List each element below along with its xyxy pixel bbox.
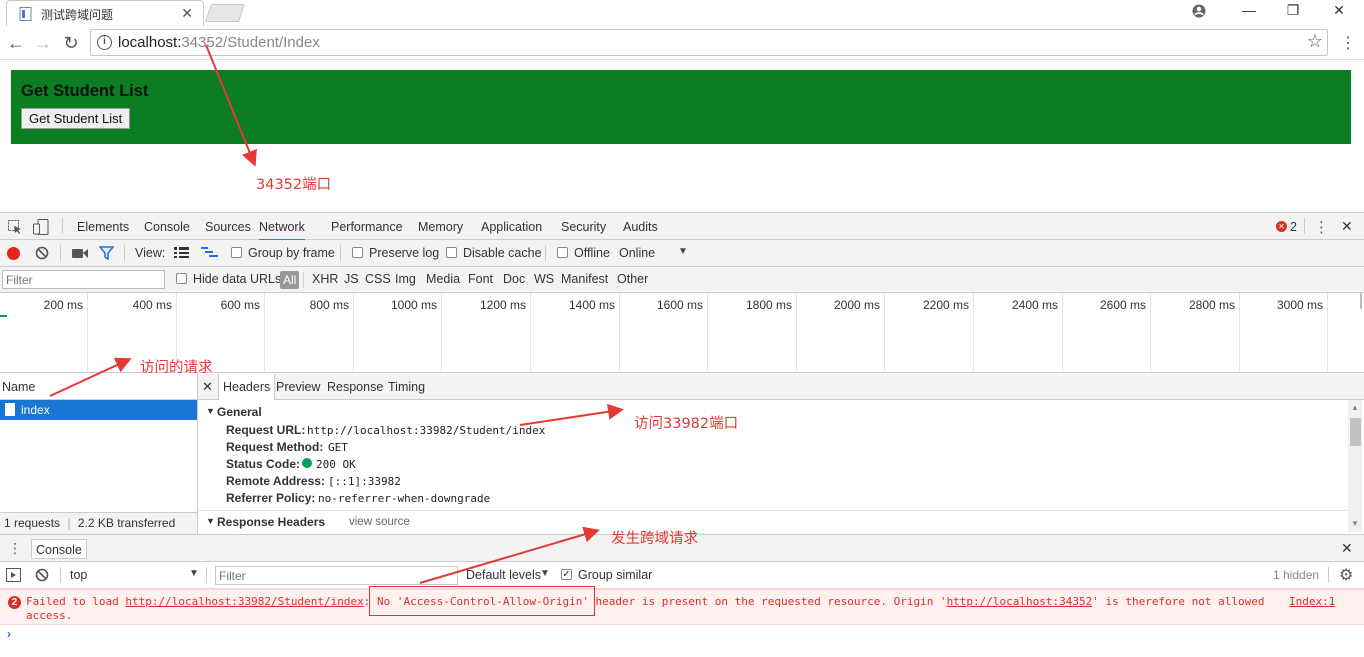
annotation-request-label: 访问的请求 — [140, 360, 213, 376]
annotation-arrows — [49, 44, 624, 584]
annotation-target-label: 访问33982端口 — [634, 416, 739, 432]
annotation-port-label: 34352端口 — [256, 177, 332, 193]
annotation-cors-label: 发生跨域请求 — [611, 531, 698, 547]
